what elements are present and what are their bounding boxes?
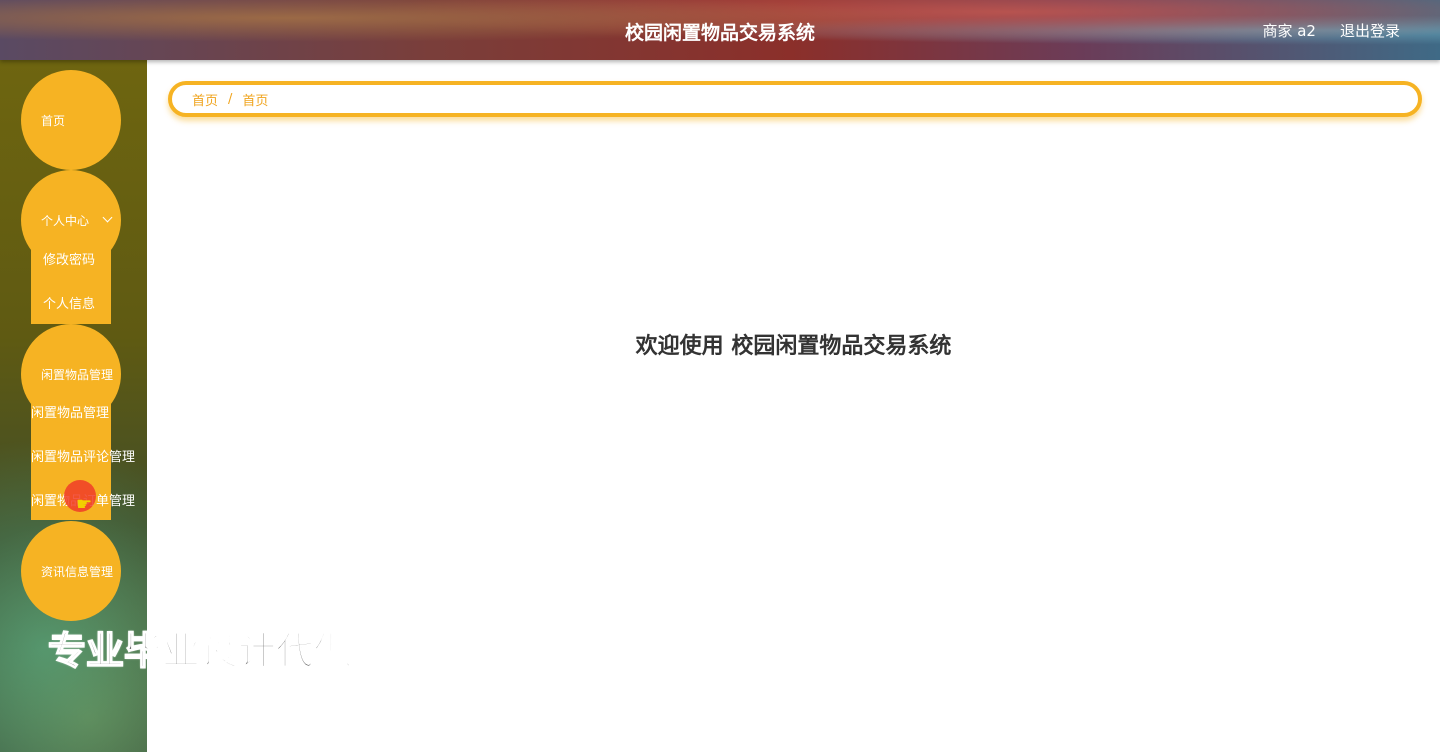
sidebar-subitem-goods-manage[interactable]: 闲置物品管理 [31, 402, 109, 421]
breadcrumb-current: 首页 [242, 93, 269, 109]
sidebar-subitem-change-password[interactable]: 修改密码 [43, 249, 95, 268]
sidebar-item-label: 资讯信息管理 [41, 564, 114, 579]
watermark-text: 专业毕业设计代做 [47, 628, 353, 674]
user-label[interactable]: 商家 a2 [1262, 20, 1316, 41]
breadcrumb-separator: / [228, 91, 233, 107]
sidebar-item-label: 闲置物品管理 [41, 367, 114, 382]
breadcrumb: 首页 / 首页 [168, 81, 1422, 117]
sidebar-item-home[interactable]: 首页 [21, 70, 121, 170]
logout-button[interactable]: 退出登录 [1340, 20, 1400, 41]
welcome-message: 欢迎使用 校园闲置物品交易系统 [635, 334, 952, 359]
breadcrumb-home-link[interactable]: 首页 [192, 90, 218, 109]
sidebar-item-news[interactable]: 资讯信息管理 [21, 521, 121, 621]
app-title: 校园闲置物品交易系统 [624, 22, 815, 44]
sidebar-item-label: 首页 [41, 113, 66, 128]
hand-cursor-icon: ☛ [76, 494, 93, 515]
top-header: 校园闲置物品交易系统 商家 a2 退出登录 [0, 0, 1440, 60]
header-user-area: 商家 a2 退出登录 [1262, 20, 1400, 41]
chevron-down-icon [102, 212, 113, 223]
sidebar-item-label: 个人中心 [41, 213, 90, 228]
sidebar-subitem-profile[interactable]: 个人信息 [43, 293, 95, 312]
sidebar-subitem-comment-manage[interactable]: 闲置物品评论管理 [31, 446, 135, 465]
